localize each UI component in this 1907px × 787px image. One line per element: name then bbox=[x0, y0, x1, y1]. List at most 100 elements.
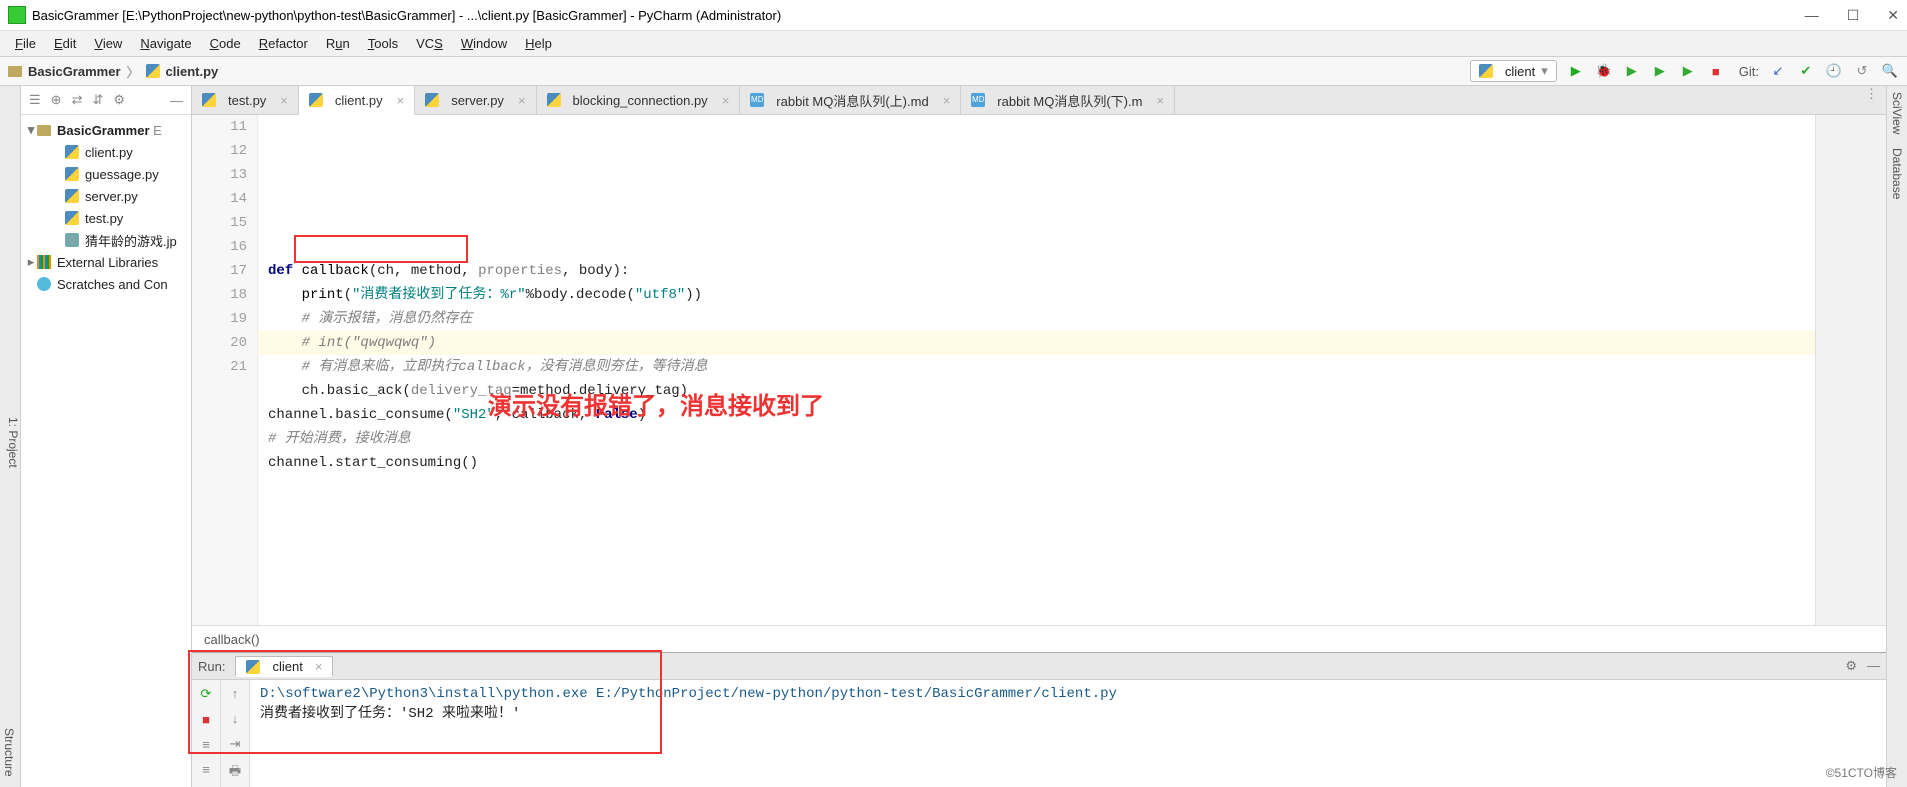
git-update-button[interactable]: ↙ bbox=[1769, 62, 1787, 80]
maximize-button[interactable]: ☐ bbox=[1847, 7, 1860, 24]
line-gutter[interactable]: 1112131415161718192021 bbox=[192, 115, 258, 625]
print-icon[interactable]: 🖶 bbox=[229, 762, 241, 784]
database-tool-button[interactable]: Database bbox=[1890, 148, 1904, 199]
console-line: 消费者接收到了任务：'SH2 来啦来啦！' bbox=[260, 702, 1876, 722]
tree-file[interactable]: test.py bbox=[25, 207, 187, 229]
git-commit-button[interactable]: ✔ bbox=[1797, 62, 1815, 80]
run-side-toolbar: ⟳ ■ ≡ ≡ bbox=[192, 680, 221, 787]
menu-vcs[interactable]: VCS bbox=[416, 36, 443, 51]
watermark: ©51CTO博客 bbox=[1826, 764, 1897, 781]
close-icon[interactable]: × bbox=[518, 93, 526, 108]
tree-file[interactable]: client.py bbox=[25, 141, 187, 163]
menu-tools[interactable]: Tools bbox=[368, 36, 398, 51]
code-line[interactable]: # int("qwqwqwq") bbox=[258, 331, 1815, 355]
tree-root[interactable]: ▾ BasicGrammer E bbox=[25, 119, 187, 141]
code-line[interactable] bbox=[258, 235, 1815, 259]
close-icon[interactable]: × bbox=[280, 93, 288, 108]
settings-icon[interactable]: ⚙ bbox=[113, 92, 125, 108]
code-line[interactable]: def callback(ch, method, properties, bod… bbox=[258, 259, 1815, 283]
profile-button[interactable]: ▶ bbox=[1651, 62, 1669, 80]
breadcrumb[interactable]: BasicGrammer 〉 client.py bbox=[8, 62, 218, 81]
close-button[interactable]: ✕ bbox=[1887, 7, 1899, 24]
code-line[interactable]: # 演示报错，消息仍然存在 bbox=[258, 307, 1815, 331]
stop-button[interactable]: ■ bbox=[202, 712, 210, 727]
tab-md2[interactable]: MDrabbit MQ消息队列(下).m× bbox=[961, 86, 1175, 114]
console-output[interactable]: D:\software2\Python3\install\python.exe … bbox=[250, 680, 1886, 787]
code-line[interactable] bbox=[258, 211, 1815, 235]
rerun-button[interactable]: ⟳ bbox=[201, 686, 212, 702]
menu-run[interactable]: Run bbox=[326, 36, 350, 51]
tab-test[interactable]: test.py× bbox=[192, 86, 299, 114]
structure-breadcrumb[interactable]: callback() bbox=[192, 625, 1886, 652]
tab-blocking[interactable]: blocking_connection.py× bbox=[537, 86, 741, 114]
run-label: Run: bbox=[198, 659, 225, 674]
tool-window-stripe-left[interactable]: 1: Project bbox=[0, 86, 21, 787]
code-line[interactable]: # 开始消费，接收消息 bbox=[258, 427, 1815, 451]
tab-server[interactable]: server.py× bbox=[415, 86, 536, 114]
project-view-icon[interactable]: ☰ bbox=[29, 92, 41, 108]
run-hide-icon[interactable]: — bbox=[1867, 658, 1880, 674]
project-tree[interactable]: ▾ BasicGrammer E client.py guessage.py s… bbox=[21, 115, 191, 787]
menu-edit[interactable]: Edit bbox=[54, 36, 76, 51]
close-icon[interactable]: × bbox=[722, 93, 730, 108]
python-file-icon bbox=[65, 211, 79, 225]
menu-window[interactable]: Window bbox=[461, 36, 507, 51]
coverage-button[interactable]: ▶ bbox=[1623, 62, 1641, 80]
tree-scratches[interactable]: Scratches and Con bbox=[25, 273, 187, 295]
menu-refactor[interactable]: Refactor bbox=[259, 36, 308, 51]
tab-md1[interactable]: MDrabbit MQ消息队列(上).md× bbox=[740, 86, 961, 114]
close-icon[interactable]: × bbox=[943, 93, 951, 108]
expand-icon[interactable]: ⇄ bbox=[72, 92, 83, 108]
layout-button[interactable]: ≡ bbox=[202, 737, 210, 752]
code-line[interactable]: print("消费者接收到了任务：%r"%body.decode("utf8")… bbox=[258, 283, 1815, 307]
tree-file[interactable]: 猜年龄的游戏.jp bbox=[25, 229, 187, 251]
menu-help[interactable]: Help bbox=[525, 36, 552, 51]
tool-window-stripe-right[interactable]: SciView Database bbox=[1886, 86, 1907, 787]
run-tab[interactable]: client × bbox=[235, 656, 333, 677]
tree-file[interactable]: guessage.py bbox=[25, 163, 187, 185]
structure-tool-button[interactable]: Structure bbox=[0, 724, 18, 781]
tab-client[interactable]: client.py× bbox=[299, 86, 415, 115]
collapse-icon[interactable]: ⇵ bbox=[92, 92, 103, 108]
console-line: D:\software2\Python3\install\python.exe … bbox=[260, 686, 1876, 702]
annotation-text: 演示没有报错了，消息接收到了 bbox=[488, 395, 824, 419]
code-line[interactable]: channel.start_consuming() bbox=[258, 451, 1815, 475]
hide-icon[interactable]: — bbox=[170, 93, 183, 108]
search-everywhere-button[interactable]: 🔍 bbox=[1881, 62, 1899, 80]
code-area[interactable]: def callback(ch, method, properties, bod… bbox=[258, 115, 1815, 625]
tree-file[interactable]: server.py bbox=[25, 185, 187, 207]
tree-external-libs[interactable]: ▸External Libraries bbox=[25, 251, 187, 273]
tabs-more-icon[interactable]: ⋮ bbox=[1857, 86, 1886, 114]
close-icon[interactable]: × bbox=[1156, 93, 1164, 108]
wrap-icon[interactable]: ⇥ bbox=[230, 736, 241, 752]
close-icon[interactable]: × bbox=[315, 659, 323, 674]
code-minimap[interactable] bbox=[1815, 115, 1886, 625]
project-tool-button[interactable]: 1: Project bbox=[6, 417, 20, 468]
menu-code[interactable]: Code bbox=[210, 36, 241, 51]
minimize-button[interactable]: — bbox=[1805, 7, 1819, 24]
target-icon[interactable]: ⊕ bbox=[51, 92, 62, 108]
python-file-icon bbox=[309, 93, 323, 107]
markdown-file-icon: MD bbox=[971, 93, 985, 107]
down-icon[interactable]: ↓ bbox=[232, 711, 239, 726]
menu-view[interactable]: View bbox=[94, 36, 122, 51]
sciview-tool-button[interactable]: SciView bbox=[1890, 92, 1904, 134]
pin-button[interactable]: ≡ bbox=[202, 762, 210, 777]
debug-button[interactable]: 🐞 bbox=[1595, 62, 1613, 80]
git-revert-button[interactable]: ↺ bbox=[1853, 62, 1871, 80]
chevron-down-icon: ▾ bbox=[1541, 63, 1548, 79]
close-icon[interactable]: × bbox=[397, 93, 405, 108]
up-icon[interactable]: ↑ bbox=[232, 686, 239, 701]
menu-file[interactable]: File bbox=[15, 36, 36, 51]
git-history-button[interactable]: 🕘 bbox=[1825, 62, 1843, 80]
attach-button[interactable]: ▶ bbox=[1679, 62, 1697, 80]
run-config-select[interactable]: client ▾ bbox=[1470, 60, 1557, 82]
run-settings-icon[interactable]: ⚙ bbox=[1845, 658, 1857, 674]
run-button[interactable]: ▶ bbox=[1567, 62, 1585, 80]
crumb-file: client.py bbox=[166, 64, 219, 79]
menu-navigate[interactable]: Navigate bbox=[140, 36, 191, 51]
python-file-icon bbox=[146, 64, 160, 78]
code-line[interactable]: # 有消息来临，立即执行callback，没有消息则夯住，等待消息 bbox=[258, 355, 1815, 379]
python-file-icon bbox=[202, 93, 216, 107]
stop-button[interactable]: ■ bbox=[1707, 62, 1725, 80]
